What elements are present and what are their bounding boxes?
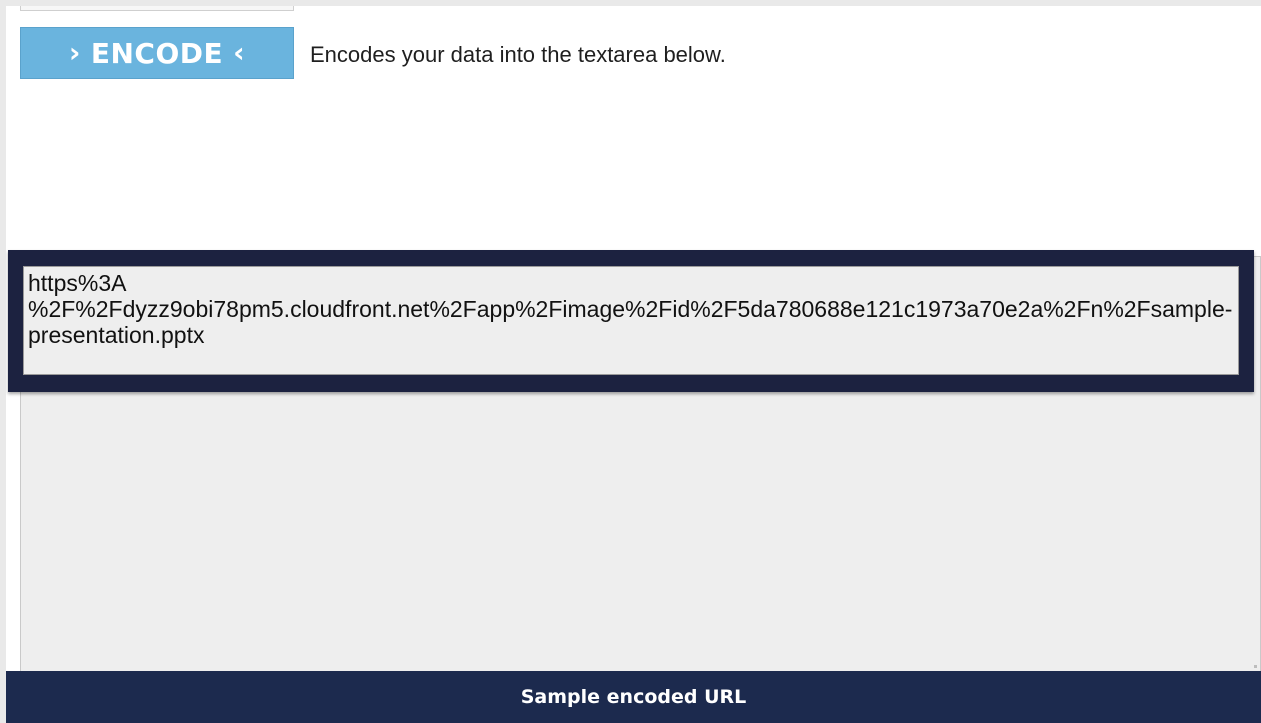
encode-button[interactable]: › ENCODE ‹: [20, 27, 294, 79]
encoded-url-text[interactable]: https%3A %2F%2Fdyzz9obi78pm5.cloudfront.n…: [23, 266, 1239, 375]
encode-button-label: ENCODE: [90, 36, 224, 70]
encode-description: Encodes your data into the textarea belo…: [310, 42, 726, 67]
page-content: › ENCODE ‹ Encodes your data into the te…: [6, 6, 1261, 723]
chevron-right-icon: ›: [68, 36, 81, 69]
chevron-left-icon: ‹: [233, 36, 246, 69]
encoded-url-value: https%3A %2F%2Fdyzz9obi78pm5.cloudfront.n…: [28, 270, 1233, 348]
highlight-frame: https%3A %2F%2Fdyzz9obi78pm5.cloudfront.n…: [8, 250, 1254, 392]
caption-text: Sample encoded URL: [520, 686, 747, 708]
source-input-edge[interactable]: [20, 6, 294, 11]
caption-bar: Sample encoded URL: [6, 671, 1261, 723]
textarea-resize-handle[interactable]: [1254, 665, 1257, 668]
